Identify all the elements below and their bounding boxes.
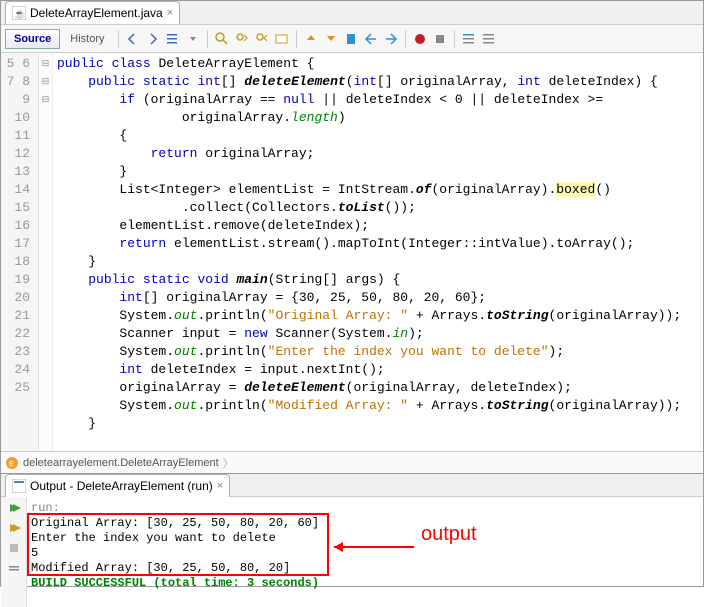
rerun2-icon[interactable] bbox=[5, 519, 23, 537]
output-content[interactable]: run: Original Array: [30, 25, 50, 80, 20… bbox=[27, 497, 703, 607]
code-editor[interactable]: 5 6 7 8 9 10 11 12 13 14 15 16 17 18 19 … bbox=[1, 53, 703, 451]
stop-macro-icon[interactable] bbox=[431, 30, 449, 48]
shift-left-icon[interactable] bbox=[362, 30, 380, 48]
highlight-icon[interactable] bbox=[273, 30, 291, 48]
output-line: 5 bbox=[31, 546, 38, 560]
breadcrumb-label: deletearrayelement.DeleteArrayElement bbox=[23, 457, 219, 469]
nav-forward-icon[interactable] bbox=[144, 30, 162, 48]
start-macro-icon[interactable] bbox=[411, 30, 429, 48]
svg-text:e: e bbox=[9, 458, 14, 468]
dropdown-icon[interactable] bbox=[184, 30, 202, 48]
close-icon[interactable]: × bbox=[217, 480, 223, 492]
output-tab[interactable]: Output - DeleteArrayElement (run) × bbox=[5, 474, 230, 497]
nav-back-icon[interactable] bbox=[124, 30, 142, 48]
close-icon[interactable]: × bbox=[167, 7, 173, 19]
output-line: Modified Array: [30, 25, 50, 80, 20] bbox=[31, 561, 290, 575]
file-tab[interactable]: ☕ DeleteArrayElement.java × bbox=[5, 1, 180, 24]
uncomment-icon[interactable] bbox=[480, 30, 498, 48]
line-number-gutter: 5 6 7 8 9 10 11 12 13 14 15 16 17 18 19 … bbox=[1, 53, 39, 451]
output-run-line: run: bbox=[31, 501, 60, 515]
output-panel: run: Original Array: [30, 25, 50, 80, 20… bbox=[1, 497, 703, 607]
find-selection-icon[interactable] bbox=[213, 30, 231, 48]
code-content[interactable]: public class DeleteArrayElement { public… bbox=[53, 53, 703, 451]
separator bbox=[405, 30, 406, 48]
source-tab[interactable]: Source bbox=[5, 29, 60, 49]
output-tab-bar: Output - DeleteArrayElement (run) × bbox=[1, 473, 703, 497]
output-line: Enter the index you want to delete bbox=[31, 531, 276, 545]
editor-toolbar: Source History bbox=[1, 25, 703, 53]
comment-icon[interactable] bbox=[460, 30, 478, 48]
file-tab-label: DeleteArrayElement.java bbox=[30, 6, 163, 20]
svg-text:☕: ☕ bbox=[14, 8, 25, 19]
annotation-label: output bbox=[421, 527, 477, 542]
output-build-line: BUILD SUCCESSFUL (total time: 3 seconds) bbox=[31, 576, 319, 590]
find-prev-icon[interactable] bbox=[233, 30, 251, 48]
output-icon bbox=[12, 479, 26, 493]
shift-right-icon[interactable] bbox=[382, 30, 400, 48]
list-icon[interactable] bbox=[164, 30, 182, 48]
file-tab-bar: ☕ DeleteArrayElement.java × bbox=[1, 1, 703, 25]
breadcrumb[interactable]: e deletearrayelement.DeleteArrayElement … bbox=[1, 451, 703, 473]
fold-gutter[interactable]: ⊟ ⊟ ⊟ bbox=[39, 53, 53, 451]
class-icon: e bbox=[5, 456, 19, 470]
rerun-icon[interactable] bbox=[5, 499, 23, 517]
settings-icon[interactable] bbox=[5, 559, 23, 577]
prev-bookmark-icon[interactable] bbox=[302, 30, 320, 48]
separator bbox=[207, 30, 208, 48]
separator bbox=[454, 30, 455, 48]
java-file-icon: ☕ bbox=[12, 6, 26, 20]
chevron-right-icon: 〉 bbox=[223, 455, 234, 471]
separator bbox=[296, 30, 297, 48]
toggle-bookmark-icon[interactable] bbox=[342, 30, 360, 48]
annotation-arrow-icon bbox=[329, 537, 419, 557]
next-bookmark-icon[interactable] bbox=[322, 30, 340, 48]
stop-icon[interactable] bbox=[5, 539, 23, 557]
find-next-icon[interactable] bbox=[253, 30, 271, 48]
output-tab-label: Output - DeleteArrayElement (run) bbox=[30, 479, 213, 493]
history-tab[interactable]: History bbox=[62, 30, 112, 48]
separator bbox=[118, 30, 119, 48]
output-line: Original Array: [30, 25, 50, 80, 20, 60] bbox=[31, 516, 319, 530]
output-sidebar bbox=[1, 497, 27, 607]
